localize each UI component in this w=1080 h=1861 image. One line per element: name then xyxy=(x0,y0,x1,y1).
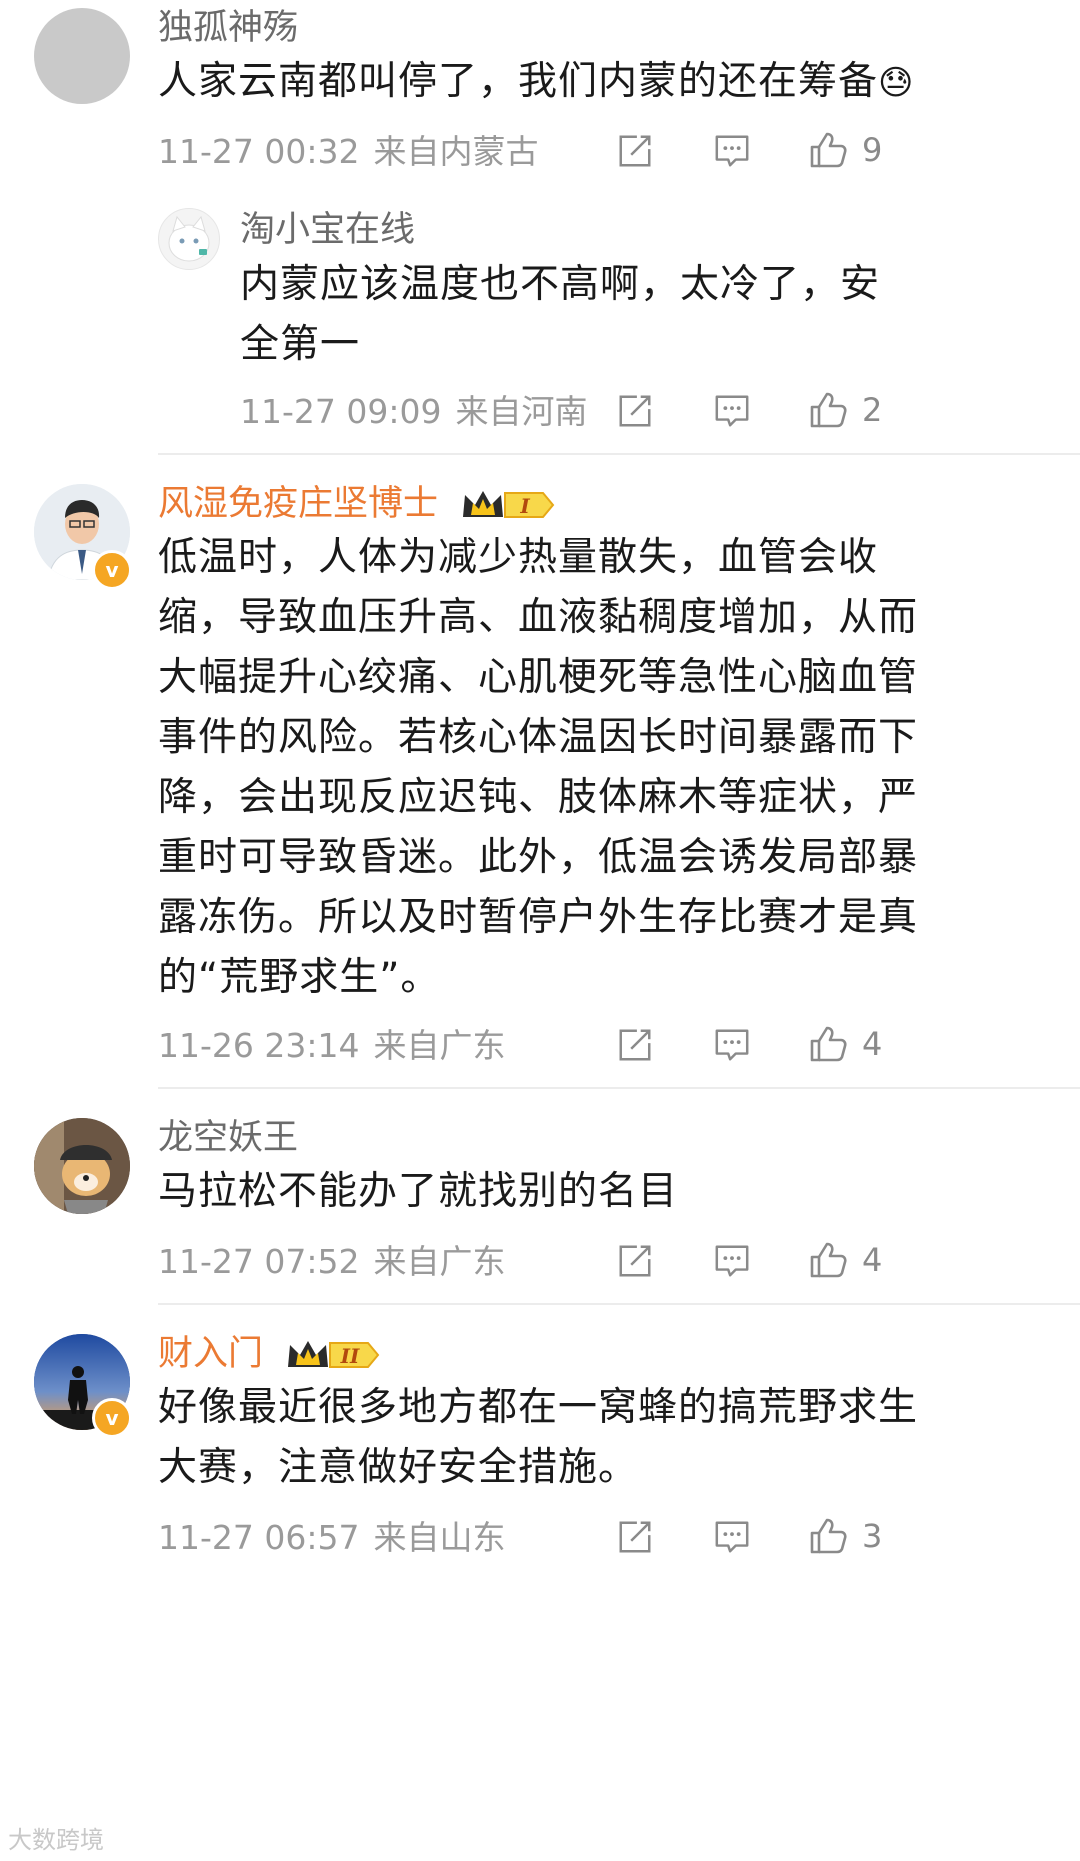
reply-button[interactable] xyxy=(713,392,751,430)
comment-location: 来自广东 xyxy=(373,1026,506,1065)
crown-icon: I xyxy=(463,491,555,518)
verified-icon: v xyxy=(92,1398,132,1438)
like-button[interactable]: 9 xyxy=(808,130,882,170)
comment-text-line: 缩，导致血压升高、血液黏稠度增加，从而 xyxy=(158,595,919,640)
sweat-emoji-icon: 😓 xyxy=(878,63,915,103)
username[interactable]: 风湿免疫庄坚博士 I xyxy=(158,482,557,526)
share-button[interactable] xyxy=(616,132,654,170)
like-icon xyxy=(808,1240,848,1280)
like-count: 3 xyxy=(862,1517,883,1555)
cat-avatar-icon xyxy=(168,215,210,262)
comment-text-body: 人家云南都叫停了，我们内蒙的还在筹备 xyxy=(158,59,879,104)
comment-text-line: 低温时，人体为减少热量散失，血管会收 xyxy=(158,535,879,580)
like-count: 9 xyxy=(862,131,883,169)
comment-item: v 财入门 II 好像最近很多地方都在一窝蜂的搞荒野求生 大赛，注意做好安全措施… xyxy=(0,1326,1080,1861)
comment-text-line: 露冻伤。所以及时暂停户外生存比赛才是真 xyxy=(158,895,919,940)
like-count: 4 xyxy=(862,1241,883,1279)
comment-text-line: 全第一 xyxy=(240,322,361,367)
comment-time: 11-27 09:09 xyxy=(240,392,442,431)
reply-button[interactable] xyxy=(713,1026,751,1064)
share-icon xyxy=(616,392,654,430)
like-button[interactable]: 2 xyxy=(808,390,882,430)
crown-icon: II xyxy=(288,1341,380,1368)
verified-icon: v xyxy=(92,550,132,590)
comment-location: 来自山东 xyxy=(373,1518,506,1557)
reply-button[interactable] xyxy=(713,1242,751,1280)
comment-time: 11-26 23:14 xyxy=(158,1026,360,1065)
comment-time: 11-27 06:57 xyxy=(158,1518,360,1557)
username-text: 风湿免疫庄坚博士 xyxy=(158,484,439,524)
comment-location: 来自内蒙古 xyxy=(373,132,539,171)
like-icon xyxy=(808,390,848,430)
divider xyxy=(158,1303,1080,1305)
comment-meta: 11-27 06:57 来自山东 xyxy=(158,1518,505,1558)
comment-location: 来自河南 xyxy=(455,392,588,431)
comment-text-line: 的“荒野求生”。 xyxy=(158,955,441,1000)
like-button[interactable]: 3 xyxy=(808,1516,882,1556)
comment-item: 独孤神殇 人家云南都叫停了，我们内蒙的还在筹备😓 11-27 00:32 来自内蒙… xyxy=(0,0,1080,200)
comment-location: 来自广东 xyxy=(373,1242,506,1281)
comment-text: 马拉松不能办了就找别的名目 xyxy=(158,1169,679,1214)
username[interactable]: 财入门 II xyxy=(158,1332,382,1376)
comment-time: 11-27 00:32 xyxy=(158,132,360,171)
comment-meta: 11-27 09:09 来自河南 xyxy=(240,392,587,432)
share-icon xyxy=(616,1026,654,1064)
comment-text-line: 内蒙应该温度也不高啊，太冷了，安 xyxy=(240,262,881,307)
share-icon xyxy=(616,1242,654,1280)
like-button[interactable]: 4 xyxy=(808,1240,882,1280)
dog-avatar-icon xyxy=(34,1118,130,1214)
vip-level: II xyxy=(340,1344,360,1368)
share-button[interactable] xyxy=(616,1242,654,1280)
comment-time: 11-27 07:52 xyxy=(158,1242,360,1281)
username[interactable]: 独孤神殇 xyxy=(158,6,298,50)
username[interactable]: 淘小宝在线 xyxy=(240,208,415,252)
comment-icon xyxy=(713,1518,751,1556)
like-icon xyxy=(808,130,848,170)
comment-text-line: 重时可导致昏迷。此外，低温会诱发局部暴 xyxy=(158,835,919,880)
like-button[interactable]: 4 xyxy=(808,1024,882,1064)
username-text: 财入门 xyxy=(158,1334,264,1374)
comment-text-line: 降，会出现反应迟钝、肢体麻木等症状，严 xyxy=(158,775,919,820)
share-button[interactable] xyxy=(616,392,654,430)
comment-meta: 11-27 07:52 来自广东 xyxy=(158,1242,505,1282)
comment-text-line: 好像最近很多地方都在一窝蜂的搞荒野求生 xyxy=(158,1385,919,1430)
comment-meta: 11-27 00:32 来自内蒙古 xyxy=(158,132,538,172)
comment-text-line: 大赛，注意做好安全措施。 xyxy=(158,1445,639,1490)
username[interactable]: 龙空妖王 xyxy=(158,1116,298,1160)
comment-icon xyxy=(713,132,751,170)
share-button[interactable] xyxy=(616,1518,654,1556)
watermark: 大数跨境 xyxy=(8,1826,104,1854)
share-button[interactable] xyxy=(616,1026,654,1064)
comment-text: 人家云南都叫停了，我们内蒙的还在筹备😓 xyxy=(158,52,914,113)
like-count: 4 xyxy=(862,1025,883,1063)
comment-text: 内蒙应该温度也不高啊，太冷了，安 全第一 xyxy=(240,255,880,375)
like-icon xyxy=(808,1516,848,1556)
comment-item: v 风湿免疫庄坚博士 I 低温时，人体为减少热量散失，血管会收 缩，导致血压升高… xyxy=(0,470,1080,1085)
comment-text-line: 大幅提升心绞痛、心肌梗死等急性心脑血管 xyxy=(158,655,919,700)
comment-icon xyxy=(713,1242,751,1280)
comment-icon xyxy=(713,392,751,430)
comment-text-line: 事件的风险。若核心体温因长时间暴露而下 xyxy=(158,715,919,760)
share-icon xyxy=(616,1518,654,1556)
reply-button[interactable] xyxy=(713,132,751,170)
comment-icon xyxy=(713,1026,751,1064)
divider xyxy=(158,453,1080,455)
comment-text: 好像最近很多地方都在一窝蜂的搞荒野求生 大赛，注意做好安全措施。 xyxy=(158,1378,1058,1498)
comment-meta: 11-26 23:14 来自广东 xyxy=(158,1026,505,1066)
avatar[interactable] xyxy=(34,8,130,104)
share-icon xyxy=(616,132,654,170)
comment-item: 龙空妖王 马拉松不能办了就找别的名目 11-27 07:52 来自广东 4 xyxy=(0,1110,1080,1300)
divider xyxy=(158,1087,1080,1089)
reply-item: 淘小宝在线 内蒙应该温度也不高啊，太冷了，安 全第一 11-27 09:09 来自… xyxy=(0,200,1080,450)
comment-text: 低温时，人体为减少热量散失，血管会收 缩，导致血压升高、血液黏稠度增加，从而 大… xyxy=(158,528,1058,1008)
like-count: 2 xyxy=(862,391,883,429)
avatar[interactable] xyxy=(158,208,220,270)
like-icon xyxy=(808,1024,848,1064)
avatar[interactable] xyxy=(34,1118,130,1214)
reply-button[interactable] xyxy=(713,1518,751,1556)
vip-level: I xyxy=(519,494,530,518)
